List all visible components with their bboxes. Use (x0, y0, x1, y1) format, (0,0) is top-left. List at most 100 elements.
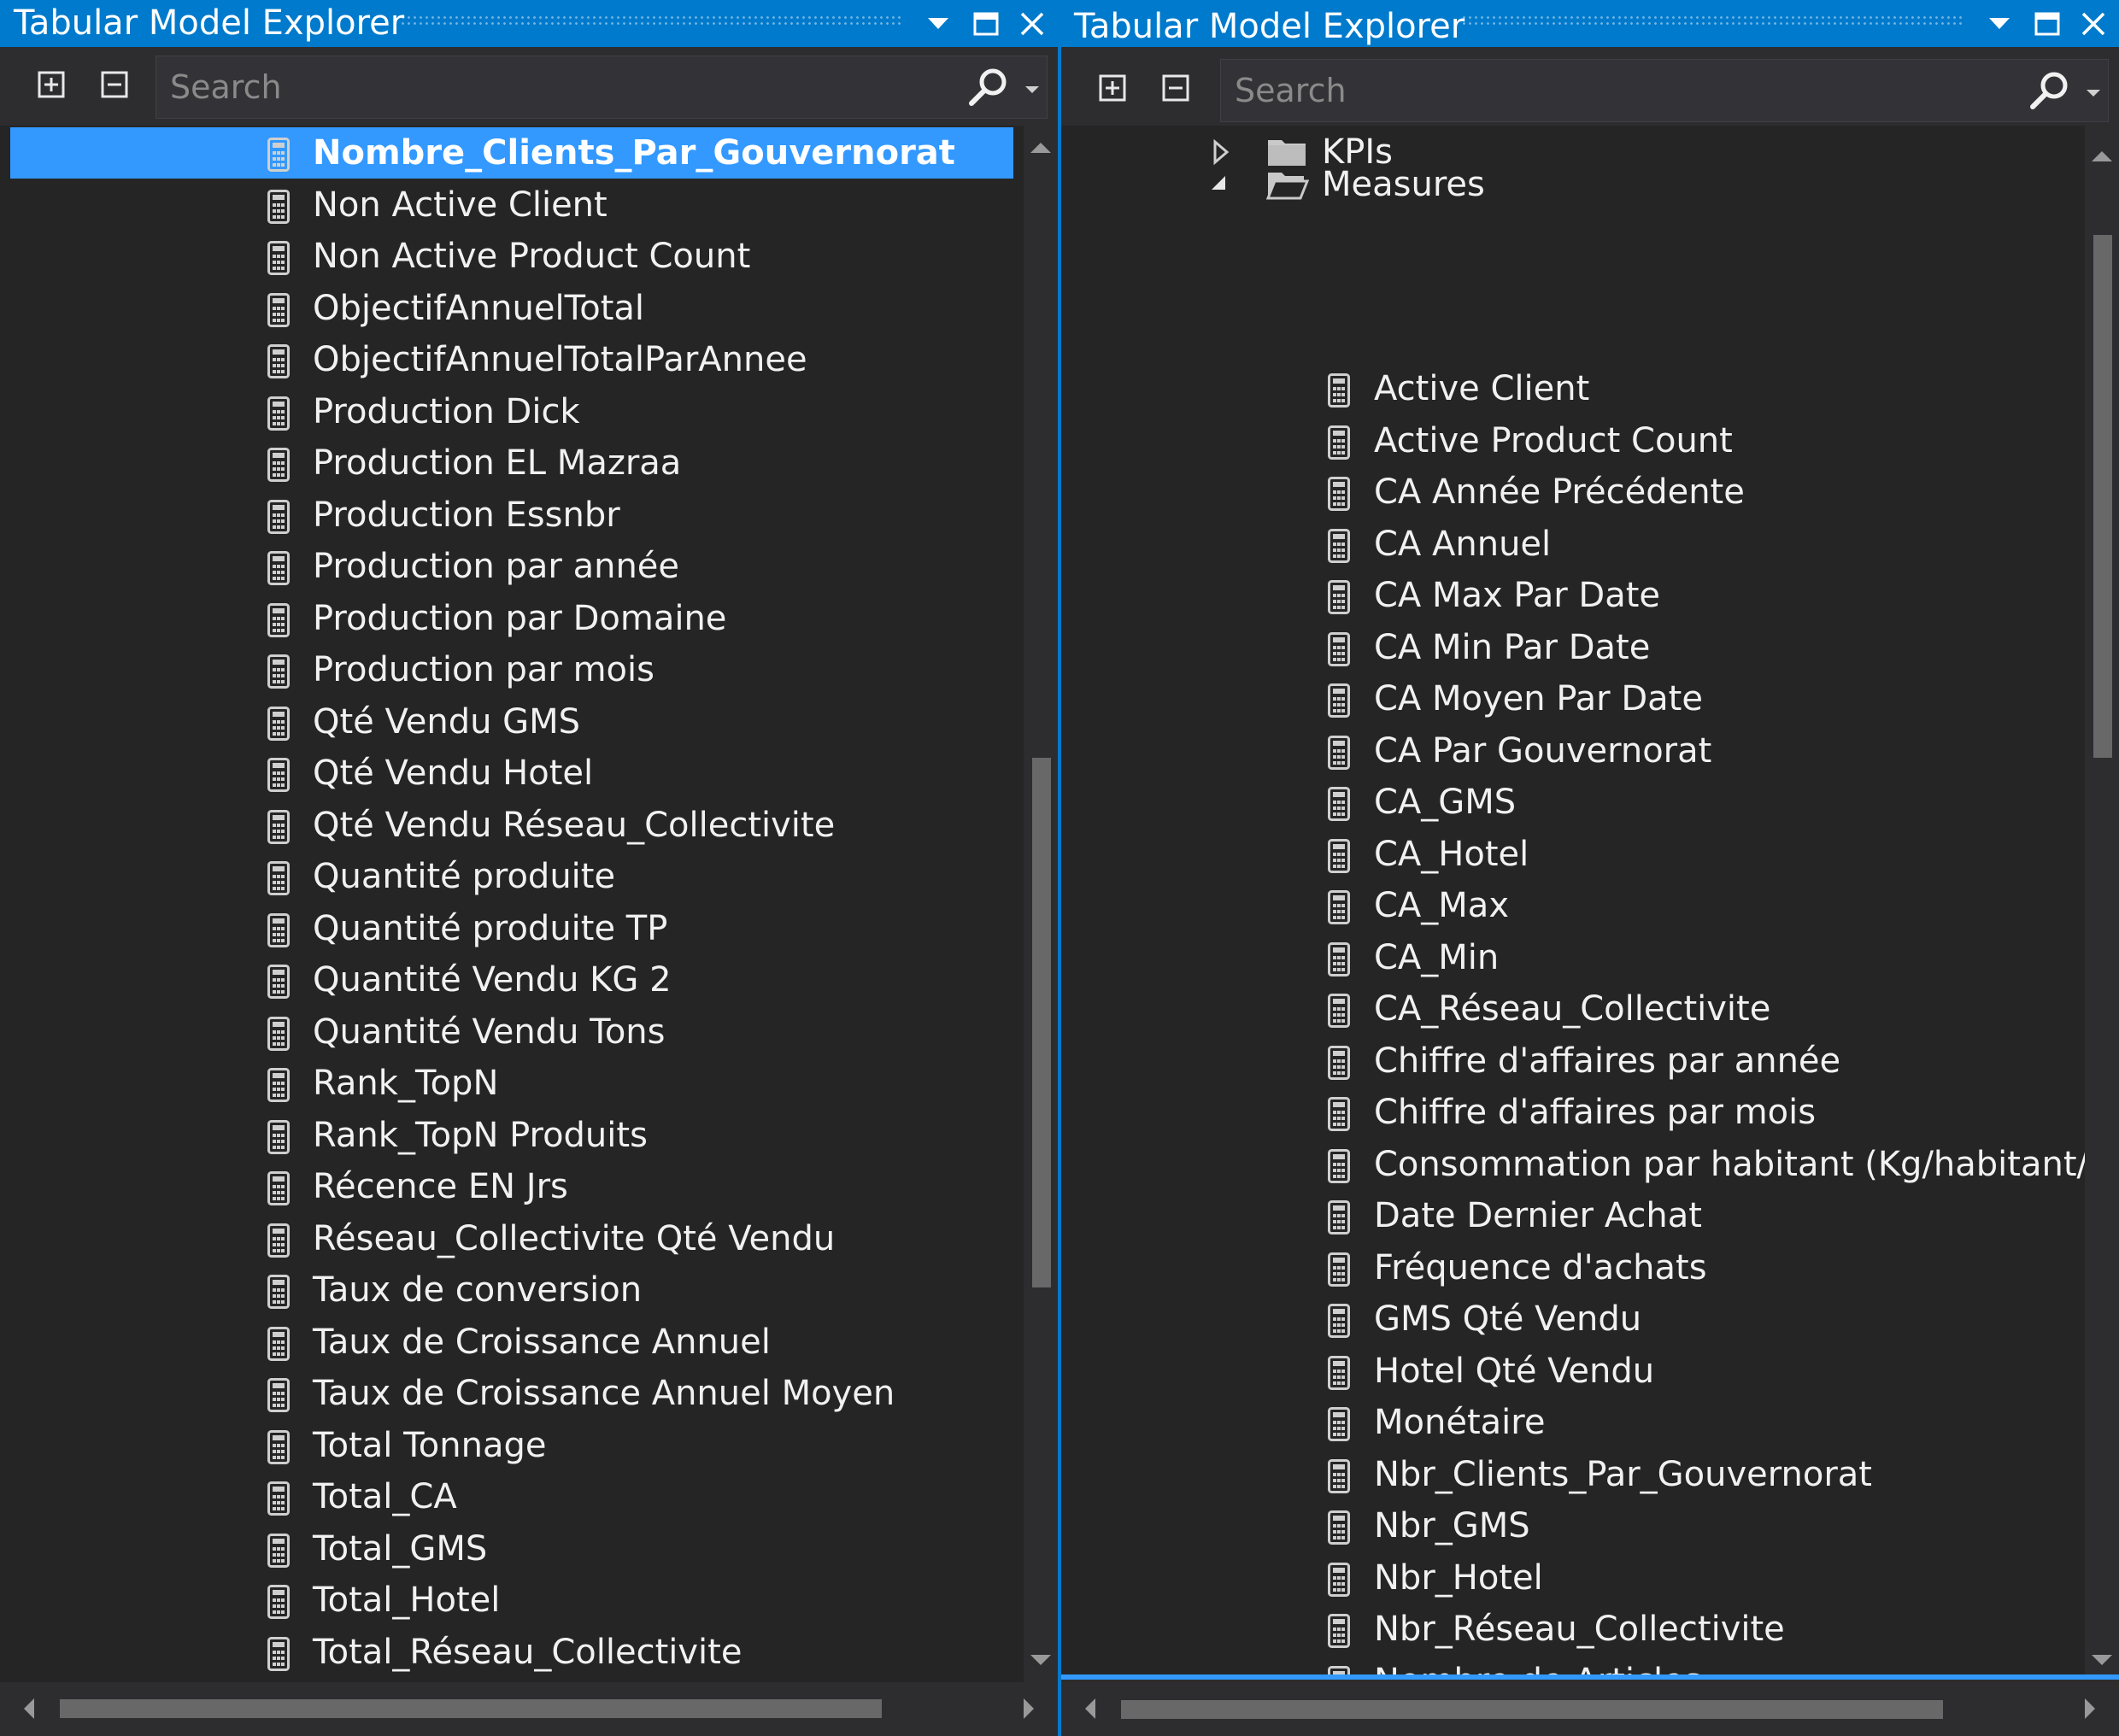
tree-item-measure[interactable]: CA Moyen Par Date (1061, 673, 2085, 724)
tree-item-measure[interactable]: CA Max Par Date (1061, 570, 2085, 621)
vertical-scrollbar[interactable] (2085, 126, 2119, 1682)
tree-item-measure[interactable]: Nbr_Réseau_Collectivite (1061, 1604, 2085, 1655)
tree-item-measure[interactable]: Réseau_Collectivite Qté Vendu (0, 1213, 1024, 1264)
tree-item-measure[interactable]: Quantité Vendu Tons (0, 1006, 1024, 1058)
window-position-button[interactable] (916, 0, 960, 47)
tree-item-measure[interactable]: Quantité produite TP (0, 903, 1024, 954)
tree-item-measure[interactable]: ObjectifAnnuelTotal (0, 283, 1024, 334)
tree-item-measure[interactable]: Monétaire (1061, 1397, 2085, 1448)
scroll-left-icon[interactable] (1085, 1698, 1095, 1719)
maximize-button[interactable] (2025, 0, 2069, 47)
tree-item-measure[interactable]: Quantité produite (0, 851, 1024, 902)
search-icon[interactable] (966, 65, 1011, 109)
tree-item-measure[interactable]: Nbr_Clients_Par_Gouvernorat (1061, 1449, 2085, 1500)
scroll-up-icon[interactable] (2092, 151, 2112, 161)
tree-item-measure[interactable]: ObjectifAnnuelTotalParAnnee (0, 334, 1024, 385)
tree-item-measure[interactable]: Hotel Qté Vendu (1061, 1346, 2085, 1397)
tree-item-measure[interactable]: Active Product Count (1061, 415, 2085, 466)
scroll-thumb[interactable] (1032, 758, 1051, 1287)
tree-item-measure[interactable]: CA_Réseau_Collectivite (1061, 983, 2085, 1035)
tree-item-measure[interactable]: Fréquence d'achats (1061, 1242, 2085, 1293)
tree-item-measure[interactable]: Production par année (0, 541, 1024, 592)
tree-item-measure[interactable]: CA_Min (1061, 932, 2085, 983)
tree-item-measure[interactable]: Taux de Croissance Annuel (0, 1317, 1024, 1368)
tree-item-measure[interactable]: Chiffre d'affaires par année (1061, 1035, 2085, 1087)
tree-item-measure[interactable]: Total_Hotel (0, 1575, 1024, 1626)
close-icon (1020, 12, 1044, 35)
scroll-thumb-horizontal[interactable] (60, 1699, 882, 1718)
tree-item-measure[interactable]: Qté Vendu Réseau_Collectivite (0, 800, 1024, 851)
title-grip[interactable] (1461, 15, 1965, 28)
tree-item-measure[interactable]: CA_Hotel (1061, 829, 2085, 880)
expand-all-button[interactable] (34, 67, 68, 102)
tree-item-measure[interactable]: Qté Vendu Hotel (0, 748, 1024, 799)
tree-item-measure[interactable]: Taux de conversion (0, 1264, 1024, 1316)
calculator-icon (1328, 1407, 1350, 1441)
tree-item-measure[interactable]: CA_Max (1061, 880, 2085, 931)
tree-item-measure[interactable]: Chiffre d'affaires par mois (1061, 1087, 2085, 1138)
tree-item-measure[interactable]: Nombre_Clients_Par_Gouvernorat (10, 127, 1013, 179)
scroll-thumb[interactable] (2093, 235, 2112, 758)
search-options-icon[interactable] (1023, 84, 1042, 96)
tree-item-measure[interactable]: Rank_TopN (0, 1058, 1024, 1109)
expand-all-button[interactable] (1095, 71, 1130, 105)
scroll-right-icon[interactable] (1024, 1698, 1034, 1719)
search-input[interactable] (1221, 60, 2005, 121)
horizontal-scrollbar[interactable] (0, 1682, 1058, 1736)
collapse-all-button[interactable] (97, 67, 132, 102)
tree-item-measure[interactable]: Non Active Client (0, 179, 1024, 231)
tree-item-measure[interactable]: Production EL Mazraa (0, 437, 1024, 489)
window-position-button[interactable] (1977, 0, 2022, 47)
tree-item-measure[interactable]: Taux de Croissance Annuel Moyen (0, 1368, 1024, 1419)
tree-item-measure[interactable]: Qté Vendu GMS (0, 696, 1024, 748)
tree-item-measure[interactable]: CA Année Précédente (1061, 466, 2085, 518)
scroll-up-icon[interactable] (1030, 143, 1051, 153)
tree-item-measure[interactable]: Total_GMS (0, 1523, 1024, 1575)
title-grip[interactable] (400, 15, 904, 28)
calculator-icon (1328, 890, 1350, 924)
tree-item-measure[interactable]: Rank_TopN Produits (0, 1110, 1024, 1161)
tree-item-measure[interactable]: Nbr_GMS (1061, 1500, 2085, 1551)
tree-item-measure[interactable]: Total Tonnage (0, 1420, 1024, 1471)
tree-item-measure[interactable]: Production par mois (0, 644, 1024, 695)
tree-folder-measures[interactable]: Measures (1061, 159, 2085, 210)
scroll-thumb-horizontal[interactable] (1121, 1700, 1943, 1719)
tree-item-measure[interactable]: Non Active Product Count (0, 231, 1024, 282)
tree-item-measure[interactable]: GMS Qté Vendu (1061, 1293, 2085, 1345)
tree-item-measure[interactable]: Récence EN Jrs (0, 1161, 1024, 1212)
scroll-down-icon[interactable] (1030, 1655, 1051, 1665)
collapse-all-button[interactable] (1159, 71, 1193, 105)
scroll-right-icon[interactable] (2085, 1698, 2095, 1719)
tree-item-measure[interactable]: CA_GMS (1061, 777, 2085, 828)
tree-item-measure[interactable]: Quantité Vendu KG 2 (0, 954, 1024, 1006)
maximize-button[interactable] (964, 0, 1008, 47)
vertical-scrollbar[interactable] (1024, 126, 1058, 1682)
tree-item-measure[interactable]: Consommation par habitant (Kg/habitant/m… (1061, 1139, 2085, 1190)
tree-item-measure[interactable]: Production Essnbr (0, 490, 1024, 541)
tree-item-measure[interactable]: CA Min Par Date (1061, 622, 2085, 673)
tree-item-measure[interactable]: Nbr_Hotel (1061, 1552, 2085, 1604)
tree-item-measure[interactable]: Active Client (1061, 363, 2085, 414)
tree-item-label: Quantité Vendu KG 2 (313, 960, 672, 1000)
tree-item-measure[interactable]: CA Par Gouvernorat (1061, 725, 2085, 777)
search-options-icon[interactable] (2084, 87, 2103, 99)
close-button[interactable] (1010, 0, 1054, 47)
close-button[interactable] (2071, 0, 2116, 47)
tree-item-measure[interactable]: CA Annuel (1061, 519, 2085, 570)
collapse-arrow-icon[interactable] (1203, 159, 1237, 210)
calculator-icon (1328, 683, 1350, 718)
horizontal-scrollbar[interactable] (1061, 1674, 2119, 1736)
calculator-icon (267, 1378, 290, 1412)
calculator-icon (1328, 1355, 1350, 1390)
tree-item-measure[interactable]: Date Dernier Achat (1061, 1190, 2085, 1241)
tree-item-measure[interactable]: Total_CA (0, 1471, 1024, 1522)
search-icon[interactable] (2028, 68, 2072, 113)
tree-item-label: Taux de conversion (313, 1270, 643, 1310)
tree-item-measure[interactable]: Total_Réseau_Collectivite (0, 1627, 1024, 1678)
tree-item-measure[interactable]: Production Dick (0, 386, 1024, 437)
scroll-down-icon[interactable] (2092, 1655, 2112, 1665)
panel-title: Tabular Model Explorer (14, 3, 405, 43)
tree-item-measure[interactable]: Production par Domaine (0, 593, 1024, 644)
search-input[interactable] (156, 56, 944, 118)
scroll-left-icon[interactable] (24, 1698, 34, 1719)
